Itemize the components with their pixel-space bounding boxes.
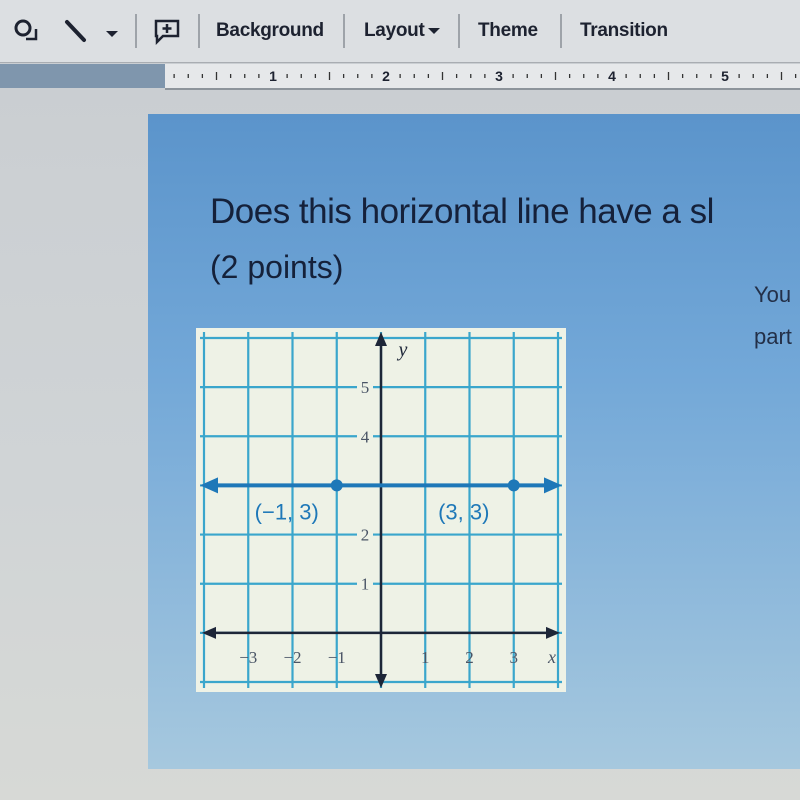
- toolbar-divider: [343, 14, 345, 48]
- question-text: Does this horizontal line have a sl: [210, 192, 714, 231]
- ruler-label: 2: [382, 68, 390, 84]
- ruler-label: 3: [495, 68, 503, 84]
- transition-button[interactable]: Transition: [580, 14, 668, 48]
- shape-icon[interactable]: [12, 16, 42, 51]
- ruler-margin: [0, 64, 165, 88]
- y-axis-label: y: [397, 339, 408, 361]
- toolbar-divider: [135, 14, 137, 48]
- toolbar-divider: [198, 14, 200, 48]
- x-axis-label: x: [547, 647, 556, 667]
- x-tick-label: −2: [283, 648, 301, 667]
- layout-button[interactable]: Layout: [364, 14, 441, 48]
- add-comment-icon[interactable]: [152, 16, 182, 51]
- y-tick-label: 4: [361, 427, 370, 446]
- y-tick-label: 1: [361, 575, 370, 594]
- ruler-ticks: 1 2 3 4 5: [173, 68, 797, 84]
- background-button[interactable]: Background: [216, 14, 324, 48]
- ruler-label: 1: [269, 68, 277, 84]
- layout-label: Layout: [364, 20, 425, 41]
- point-label: (−1, 3): [255, 499, 319, 524]
- theme-button[interactable]: Theme: [478, 14, 538, 48]
- y-tick-label: 2: [361, 526, 370, 545]
- ruler-label: 4: [608, 68, 616, 84]
- ruler-label: 5: [721, 68, 729, 84]
- x-tick-label: −3: [239, 648, 257, 667]
- x-tick-label: 2: [465, 648, 474, 667]
- x-tick-label: −1: [328, 648, 346, 667]
- toolbar: Background Layout Theme Transition: [0, 0, 800, 63]
- layout-dropdown-icon: [428, 28, 441, 34]
- side-text-line-1: You: [754, 282, 792, 307]
- horizontal-ruler[interactable]: 1 2 3 4 5: [165, 64, 800, 90]
- coordinate-graph[interactable]: −3 −2 −1 1 2 3 1 2 4 5 x y (−1, 3) (3, 3): [196, 328, 566, 692]
- x-tick-label: 3: [510, 648, 519, 667]
- side-text-line-2: part: [754, 324, 792, 349]
- data-point: [330, 479, 343, 492]
- point-label: (3, 3): [438, 499, 489, 524]
- line-icon[interactable]: [62, 16, 92, 51]
- toolbar-divider: [458, 14, 460, 48]
- slide-canvas[interactable]: Does this horizontal line have a sl (2 p…: [148, 114, 800, 769]
- data-point: [507, 479, 520, 492]
- x-tick-label: 1: [421, 648, 430, 667]
- points-label: (2 points): [210, 249, 344, 285]
- y-tick-label: 5: [361, 378, 370, 397]
- toolbar-divider: [560, 14, 562, 48]
- dropdown-arrow-icon[interactable]: [104, 26, 120, 44]
